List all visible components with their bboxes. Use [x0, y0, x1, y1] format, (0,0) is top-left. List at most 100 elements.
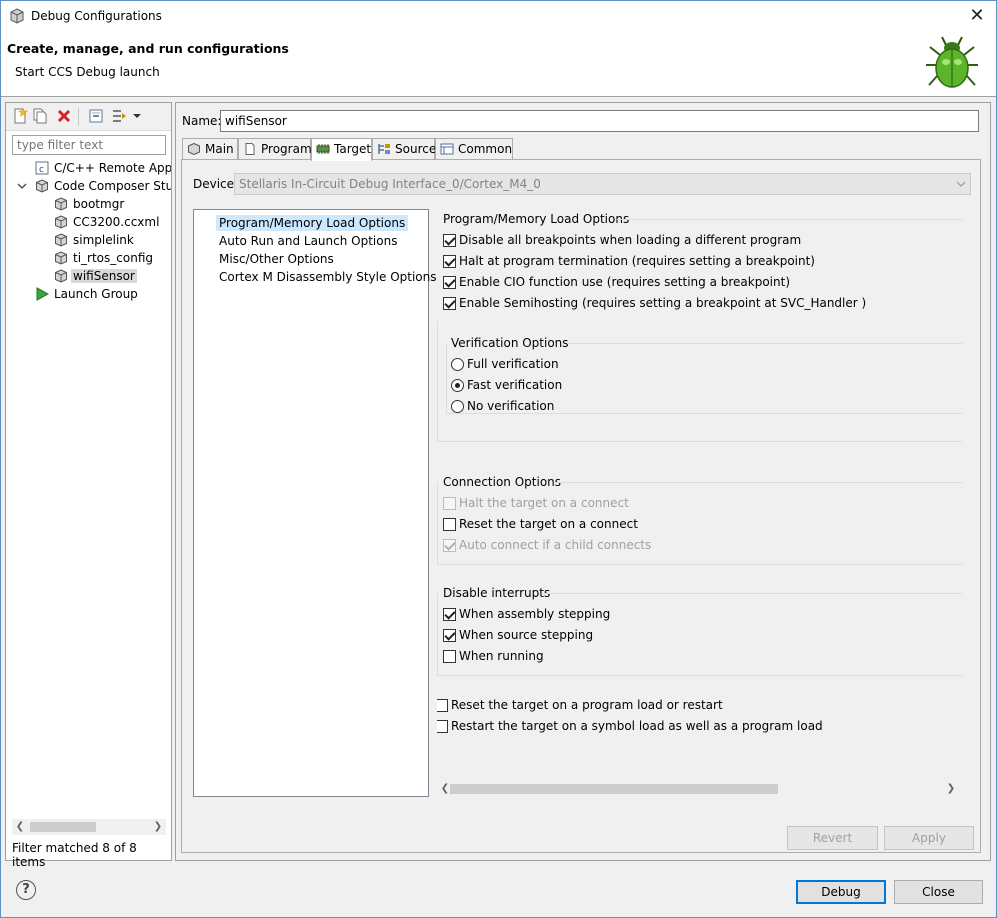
checkbox[interactable]: [437, 720, 448, 733]
tab-label: Common: [458, 142, 513, 156]
options-pane: Program/Memory Load Options Disable all …: [437, 209, 962, 797]
duplicate-icon[interactable]: [32, 108, 48, 124]
options-horizontal-scrollbar[interactable]: ❮ ❯: [437, 781, 959, 797]
checkbox[interactable]: [443, 297, 456, 310]
filter-input[interactable]: [12, 135, 166, 155]
checkbox[interactable]: [443, 650, 456, 663]
tree-item-bootmgr[interactable]: bootmgr: [54, 196, 171, 214]
cube-small-icon: [55, 197, 67, 211]
checkbox[interactable]: [443, 518, 456, 531]
tree-item-simplelink[interactable]: simplelink: [54, 232, 171, 250]
scroll-right-icon[interactable]: ❯: [150, 819, 166, 835]
tree-item-wifisensor[interactable]: wifiSensor: [54, 268, 171, 286]
tree-item-code-composer[interactable]: Code Composer Stuc: [17, 178, 171, 196]
device-label: Device: [193, 177, 235, 191]
dialog-header: Create, manage, and run configurations S…: [1, 31, 996, 97]
window-close-button[interactable]: ✕: [966, 5, 988, 27]
tab-common[interactable]: Common: [435, 138, 513, 160]
checkbox[interactable]: [443, 629, 456, 642]
target-tab-content: Device Stellaris In-Circuit Debug Interf…: [181, 159, 981, 853]
title-bar: Debug Configurations ✕: [1, 1, 996, 31]
scrollbar-thumb[interactable]: [450, 784, 778, 794]
tree-item-label: Launch Group: [54, 287, 138, 301]
cube-icon: [188, 143, 200, 155]
tree-item-label: simplelink: [73, 233, 134, 247]
name-field[interactable]: [220, 110, 979, 132]
chevron-down-icon: [956, 181, 966, 187]
chevron-down-icon[interactable]: [17, 181, 27, 191]
tree-toolbar: [6, 103, 171, 131]
svg-text:c: c: [39, 165, 44, 175]
radio-button[interactable]: [451, 400, 464, 413]
document-icon: [245, 143, 255, 155]
checkbox: [443, 497, 456, 510]
cube-icon: [10, 8, 24, 24]
checkbox: [443, 539, 456, 552]
checkbox[interactable]: [437, 699, 448, 712]
configuration-editor-panel: Name: Main Program Target Source Common …: [175, 102, 991, 861]
delete-icon[interactable]: [56, 108, 72, 124]
radio-button[interactable]: [451, 379, 464, 392]
collapse-all-icon[interactable]: [88, 108, 104, 124]
checkbox[interactable]: [443, 234, 456, 247]
checkbox[interactable]: [443, 608, 456, 621]
category-program-memory-load[interactable]: Program/Memory Load Options: [216, 215, 409, 231]
new-config-icon[interactable]: [12, 108, 28, 124]
cube-small-icon: [55, 233, 67, 247]
radio-button[interactable]: [451, 358, 464, 371]
tree-horizontal-scrollbar[interactable]: ❮ ❯: [12, 819, 166, 835]
header-title: Create, manage, and run configurations: [7, 41, 289, 56]
help-icon[interactable]: ?: [16, 880, 36, 900]
name-label: Name:: [182, 114, 222, 128]
category-misc-other[interactable]: Misc/Other Options: [219, 252, 334, 266]
c-file-icon: c: [35, 161, 49, 175]
scroll-left-icon[interactable]: ❮: [12, 819, 28, 835]
common-tab-icon: [440, 143, 454, 155]
source-lookup-icon: [378, 144, 390, 154]
window-title: Debug Configurations: [31, 9, 162, 23]
tree-item-label: CC3200.ccxml: [73, 215, 160, 229]
tab-program[interactable]: Program: [238, 138, 312, 160]
tab-main[interactable]: Main: [182, 138, 238, 160]
filter-status: Filter matched 8 of 8 items: [12, 841, 137, 869]
tab-label: Target: [334, 142, 372, 156]
option-category-list: Program/Memory Load Options Auto Run and…: [193, 209, 437, 797]
tab-label: Program: [261, 142, 312, 156]
chevron-down-icon[interactable]: [132, 108, 142, 124]
tree-item-ti-rtos-config[interactable]: ti_rtos_config: [54, 250, 171, 268]
filter-icon[interactable]: [112, 108, 128, 124]
bug-icon: [926, 36, 978, 88]
tree-item-label: ti_rtos_config: [73, 251, 153, 265]
category-auto-run-launch[interactable]: Auto Run and Launch Options: [219, 234, 397, 248]
tree-item-cc3200[interactable]: CC3200.ccxml: [54, 214, 171, 232]
scroll-right-icon[interactable]: ❯: [943, 781, 959, 797]
cube-small-icon: [55, 215, 67, 229]
chip-icon: [316, 144, 330, 154]
tab-source[interactable]: Source: [372, 138, 437, 160]
tab-label: Source: [395, 142, 437, 156]
close-button[interactable]: Close: [894, 880, 983, 904]
header-subtitle: Start CCS Debug launch: [15, 65, 160, 79]
tree-item-launch-group[interactable]: Launch Group: [35, 286, 171, 304]
checkbox[interactable]: [443, 255, 456, 268]
checkbox[interactable]: [443, 276, 456, 289]
play-icon: [36, 287, 49, 301]
revert-button[interactable]: Revert: [787, 826, 878, 850]
tree-item-label: bootmgr: [73, 197, 125, 211]
cube-small-icon: [55, 269, 67, 283]
cube-small-icon: [55, 251, 67, 265]
scrollbar-thumb[interactable]: [30, 822, 96, 832]
tab-target[interactable]: Target: [311, 138, 372, 161]
cube-icon: [36, 179, 48, 193]
group-divider: [617, 219, 962, 220]
tree-item-label: wifiSensor: [71, 269, 137, 283]
debug-button[interactable]: Debug: [796, 880, 886, 904]
group-title: Program/Memory Load Options: [443, 212, 630, 226]
toolbar-separator: [78, 108, 79, 126]
tree-item-label: C/C++ Remote Appli: [54, 161, 171, 175]
apply-button[interactable]: Apply: [884, 826, 974, 850]
category-cortex-m-disassembly[interactable]: Cortex M Disassembly Style Options: [219, 270, 437, 284]
configuration-tree-panel: c C/C++ Remote Appli Code Composer Stuc …: [5, 102, 172, 869]
device-select: Stellaris In-Circuit Debug Interface_0/C…: [234, 173, 971, 195]
tree-item-c-remote[interactable]: c C/C++ Remote Appli: [35, 160, 171, 178]
